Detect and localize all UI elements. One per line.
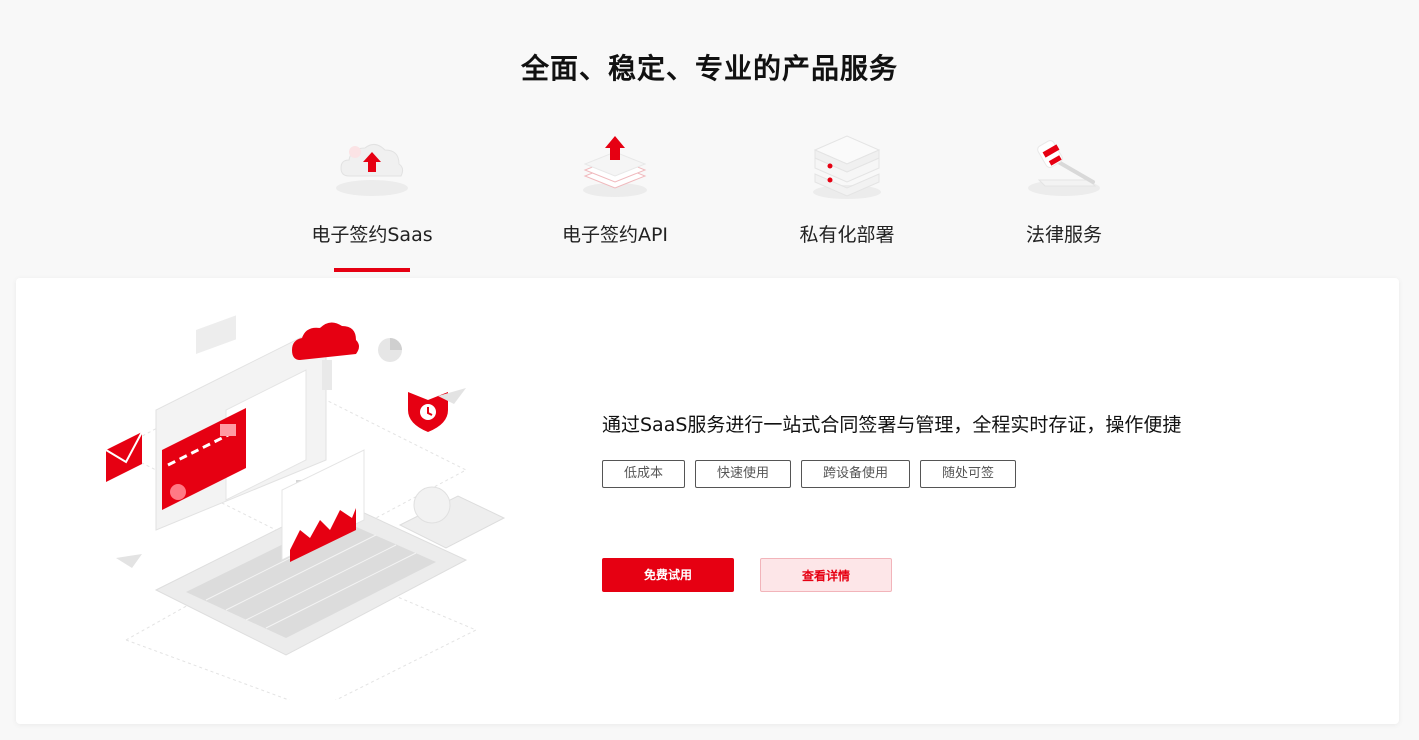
feature-tags: 低成本 快速使用 跨设备使用 随处可签 bbox=[602, 460, 1026, 488]
feature-tag: 快速使用 bbox=[695, 460, 792, 488]
tab-api-label: 电子签约API bbox=[561, 224, 669, 246]
server-icon bbox=[813, 135, 881, 199]
feature-tag: 随处可签 bbox=[920, 460, 1017, 488]
free-trial-button[interactable]: 免费试用 bbox=[602, 558, 734, 592]
tab-private-deploy[interactable]: 私有化部署 bbox=[747, 130, 947, 276]
tab-legal-label: 法律服务 bbox=[1025, 224, 1102, 246]
cloud-upload-icon bbox=[336, 144, 408, 196]
tab-saas[interactable]: 电子签约Saas bbox=[272, 130, 472, 276]
product-description: 通过SaaS服务进行一站式合同签署与管理，全程实时存证，操作便捷 bbox=[602, 414, 1182, 436]
feature-tag: 低成本 bbox=[602, 460, 686, 488]
feature-tag: 跨设备使用 bbox=[801, 460, 911, 488]
tab-api[interactable]: 电子签约API bbox=[515, 130, 715, 276]
tab-private-deploy-label: 私有化部署 bbox=[799, 224, 895, 246]
tab-saas-label: 电子签约Saas bbox=[311, 224, 433, 246]
saas-laptop-illustration bbox=[105, 315, 506, 700]
page-title: 全面、稳定、专业的产品服务 bbox=[520, 51, 898, 85]
product-tabs: 电子签约Saas 电子签约API 私有化部署 法律服务 bbox=[0, 130, 1419, 276]
product-panel: 通过SaaS服务进行一站式合同签署与管理，全程实时存证，操作便捷 低成本 快速使用… bbox=[16, 278, 1399, 724]
stack-upload-icon bbox=[583, 136, 647, 197]
tab-legal[interactable]: 法律服务 bbox=[964, 130, 1164, 276]
gavel-icon bbox=[1028, 140, 1100, 196]
active-tab-indicator bbox=[334, 268, 410, 272]
view-details-button[interactable]: 查看详情 bbox=[760, 558, 892, 592]
